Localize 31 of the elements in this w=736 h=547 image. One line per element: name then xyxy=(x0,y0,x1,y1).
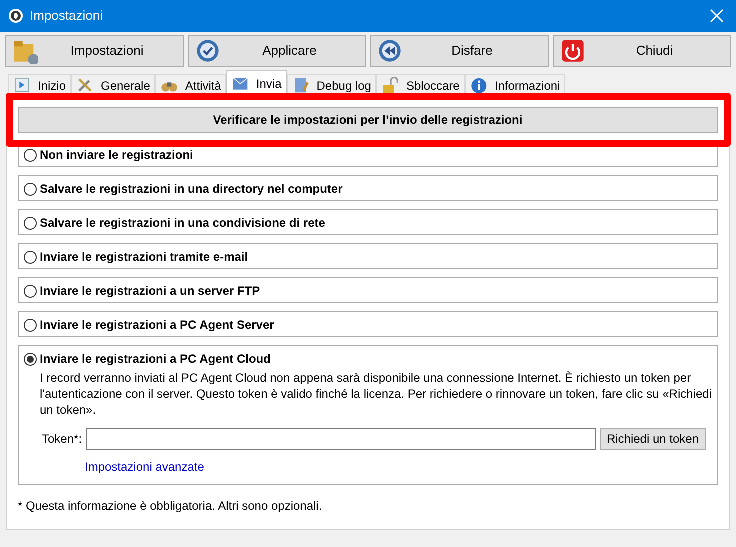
radio-button[interactable] xyxy=(24,250,37,264)
radio-button[interactable] xyxy=(24,148,37,162)
radio-button[interactable] xyxy=(24,318,37,332)
toolbar-button[interactable]: Chiudi xyxy=(552,35,731,67)
toolbar-button[interactable]: Impostazioni xyxy=(5,35,184,67)
option-label: Inviare le registrazioni tramite e-mail xyxy=(40,250,248,264)
option-label: Inviare le registrazioni a PC Agent Cloud xyxy=(40,352,271,366)
option-label: Inviare le registrazioni a un server FTP xyxy=(40,284,260,298)
option-label: Inviare le registrazioni a PC Agent Server xyxy=(40,318,274,332)
token-field[interactable] xyxy=(86,428,596,450)
radio-button[interactable] xyxy=(24,352,37,366)
toolbar-button[interactable]: Applicare xyxy=(188,35,366,67)
description-text: I record verranno inviati al PC Agent Cloud non appena sarà disponibile una connessione Internet. È richiesto un token per l'autenticazione con il server. Questo token è valido finché la licenza. Per richiedere o rinnovare un token, fare clic su «Richiedi un token». xyxy=(39,370,712,418)
option-label: Salvare le registrazioni in una condivisione di rete xyxy=(40,216,326,230)
request-token-button[interactable]: Richiedi un token xyxy=(600,428,706,450)
power-icon xyxy=(560,38,586,64)
window-title: Impostazioni xyxy=(30,7,103,26)
app-icon xyxy=(8,8,24,24)
check-icon xyxy=(194,38,220,64)
verify-button[interactable]: Verificare le impostazioni per l’invio delle registrazioni xyxy=(18,107,718,133)
radio-button[interactable] xyxy=(24,182,37,196)
option-label: Salvare le registrazioni in una directory nel computer xyxy=(40,182,343,196)
option-label: Non inviare le registrazioni xyxy=(40,148,194,162)
toolbar-button[interactable]: Disfare xyxy=(370,35,548,67)
token-label: Token*: xyxy=(42,431,82,448)
radio-button[interactable] xyxy=(24,284,37,298)
advanced-settings-link[interactable]: Impostazioni avanzate xyxy=(85,458,204,476)
padlock-icon xyxy=(381,76,402,96)
footnote-text: * Questa informazione è obbligatoria. Altri sono opzionali. xyxy=(18,498,324,515)
rewind-icon xyxy=(377,38,403,64)
radio-button[interactable] xyxy=(24,216,37,230)
